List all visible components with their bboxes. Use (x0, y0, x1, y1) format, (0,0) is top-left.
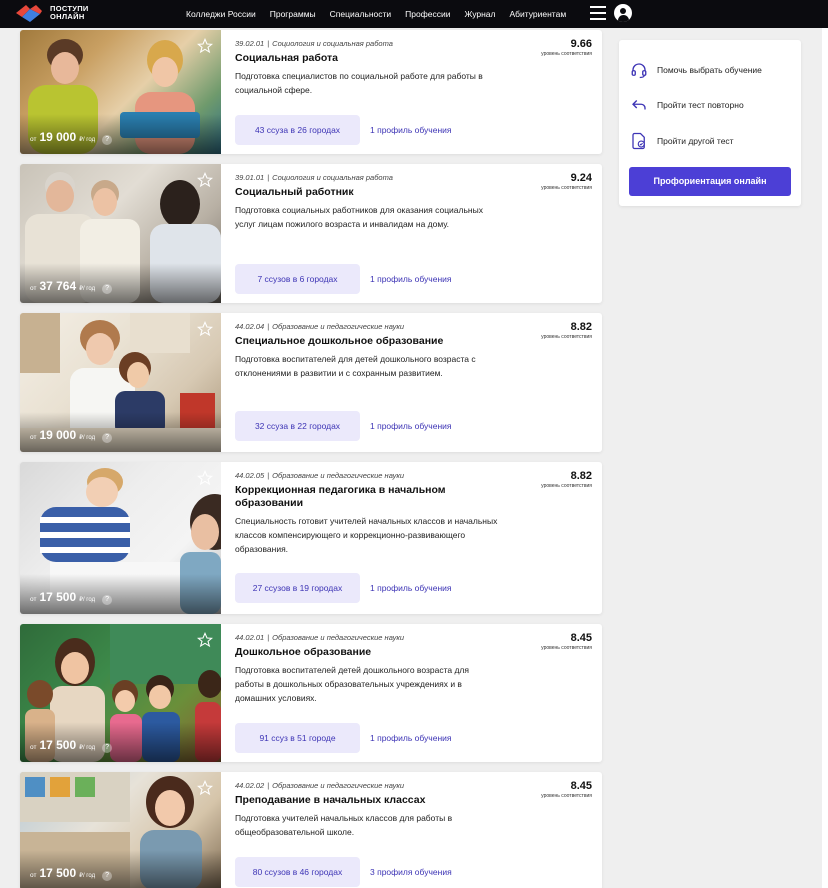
career-guidance-button[interactable]: Профориентация онлайн (629, 167, 791, 196)
retake-test-button[interactable]: Пройти тест повторно (629, 95, 744, 115)
specialty-photo: от 17 500 ₽/ год ? (20, 772, 221, 888)
logo-line-2: ОНЛАЙН (50, 12, 85, 21)
nav-applicants[interactable]: Абитуриентам (509, 9, 566, 19)
favorite-star-icon[interactable] (197, 38, 213, 54)
match-score: 8.45 уровень соответствия (541, 632, 592, 651)
schools-count-button[interactable]: 80 ссузов в 46 городах (235, 857, 360, 887)
top-navigation-bar: ПОСТУПИ ОНЛАЙН Колледжи России Программы… (0, 0, 828, 28)
price: от 17 500 ₽/ год ? (30, 738, 113, 753)
match-score: 8.45 уровень соответствия (541, 780, 592, 799)
other-test-button[interactable]: Пройти другой тест (629, 131, 734, 151)
price-help-icon[interactable]: ? (102, 595, 113, 605)
price: от 19 000 ₽/ год ? (30, 130, 113, 145)
profiles-link[interactable]: 1 профиль обучения (370, 733, 452, 743)
specialty-title[interactable]: Социальная работа (235, 52, 475, 65)
schools-count-button[interactable]: 32 ссуза в 22 городах (235, 411, 360, 441)
specialty-card[interactable]: от 19 000 ₽/ год ? 44.02.04 | Образование … (20, 313, 602, 452)
specialty-description: Специальность готовит учителей начальных… (235, 516, 498, 554)
favorite-star-icon[interactable] (197, 780, 213, 796)
specialty-photo: от 17 500 ₽/ год ? (20, 624, 221, 762)
specialty-title[interactable]: Коррекционная педагогика в начальном обр… (235, 484, 475, 510)
specialty-card[interactable]: от 17 500 ₽/ год ? 44.02.01 | Образование … (20, 624, 602, 762)
profiles-link[interactable]: 1 профиль обучения (370, 421, 452, 431)
logo-mark-icon (14, 2, 44, 24)
main-nav: Колледжи России Программы Специальности … (186, 0, 580, 28)
specialty-card[interactable]: от 17 500 ₽/ год ? 44.02.02 | Образование … (20, 772, 602, 888)
specialty-card[interactable]: от 19 000 ₽/ год ? 39.02.01 | Социология и… (20, 30, 602, 154)
specialty-photo: от 17 500 ₽/ год ? (20, 462, 221, 614)
profiles-link[interactable]: 1 профиль обучения (370, 274, 452, 284)
specialty-photo: от 19 000 ₽/ год ? (20, 30, 221, 154)
specialty-description: Подготовка воспитателей для детей дошкол… (235, 354, 476, 378)
price-help-icon[interactable]: ? (102, 433, 113, 443)
specialty-title[interactable]: Преподавание в начальных классах (235, 794, 475, 807)
schools-count-button[interactable]: 27 ссузов в 19 городах (235, 573, 360, 603)
profiles-link[interactable]: 1 профиль обучения (370, 583, 452, 593)
specialty-title[interactable]: Социальный работник (235, 186, 475, 199)
test-actions-panel: Помочь выбрать обучение Пройти тест повт… (619, 40, 801, 206)
specialty-description: Подготовка учителей начальных классов дл… (235, 813, 453, 837)
nav-colleges[interactable]: Колледжи России (186, 9, 256, 19)
favorite-star-icon[interactable] (197, 632, 213, 648)
match-score: 8.82 уровень соответствия (541, 321, 592, 340)
price-help-icon[interactable]: ? (102, 871, 113, 881)
document-check-icon (629, 131, 649, 151)
site-logo[interactable]: ПОСТУПИ ОНЛАЙН (14, 2, 89, 24)
favorite-star-icon[interactable] (197, 321, 213, 337)
specialty-description: Подготовка социальных работников для ока… (235, 205, 483, 229)
schools-count-button[interactable]: 43 ссуза в 26 городах (235, 115, 360, 145)
profiles-link[interactable]: 3 профиля обучения (370, 867, 452, 877)
specialty-card[interactable]: от 37 764 ₽/ год ? 39.01.01 | Социология и… (20, 164, 602, 303)
specialty-description: Подготовка воспитателей детей дошкольног… (235, 665, 469, 703)
price: от 17 500 ₽/ год ? (30, 866, 113, 881)
headset-icon (629, 60, 649, 80)
nav-journal[interactable]: Журнал (464, 9, 495, 19)
price-help-icon[interactable]: ? (102, 743, 113, 753)
specialty-title[interactable]: Дошкольное образование (235, 646, 475, 659)
match-score: 9.66 уровень соответствия (541, 38, 592, 57)
nav-specialties[interactable]: Специальности (330, 9, 392, 19)
match-score: 9.24 уровень соответствия (541, 172, 592, 191)
price-help-icon[interactable]: ? (102, 135, 113, 145)
price: от 17 500 ₽/ год ? (30, 590, 113, 605)
specialty-photo: от 37 764 ₽/ год ? (20, 164, 221, 303)
specialty-title[interactable]: Специальное дошкольное образование (235, 335, 475, 348)
price-help-icon[interactable]: ? (102, 284, 113, 294)
help-choose-button[interactable]: Помочь выбрать обучение (629, 60, 762, 80)
favorite-star-icon[interactable] (197, 470, 213, 486)
specialty-photo: от 19 000 ₽/ год ? (20, 313, 221, 452)
schools-count-button[interactable]: 7 ссузов в 6 городах (235, 264, 360, 294)
menu-icon[interactable] (590, 6, 606, 20)
nav-programs[interactable]: Программы (270, 9, 316, 19)
price: от 19 000 ₽/ год ? (30, 428, 113, 443)
profiles-link[interactable]: 1 профиль обучения (370, 125, 452, 135)
specialty-description: Подготовка специалистов по социальной ра… (235, 71, 483, 95)
schools-count-button[interactable]: 91 ссуз в 51 городе (235, 723, 360, 753)
page-right-edge (822, 28, 828, 888)
user-account-icon[interactable] (614, 4, 632, 22)
specialty-card[interactable]: от 17 500 ₽/ год ? 44.02.05 | Образование … (20, 462, 602, 614)
match-score: 8.82 уровень соответствия (541, 470, 592, 489)
undo-arrow-icon (629, 95, 649, 115)
favorite-star-icon[interactable] (197, 172, 213, 188)
nav-professions[interactable]: Профессии (405, 9, 450, 19)
price: от 37 764 ₽/ год ? (30, 279, 113, 294)
